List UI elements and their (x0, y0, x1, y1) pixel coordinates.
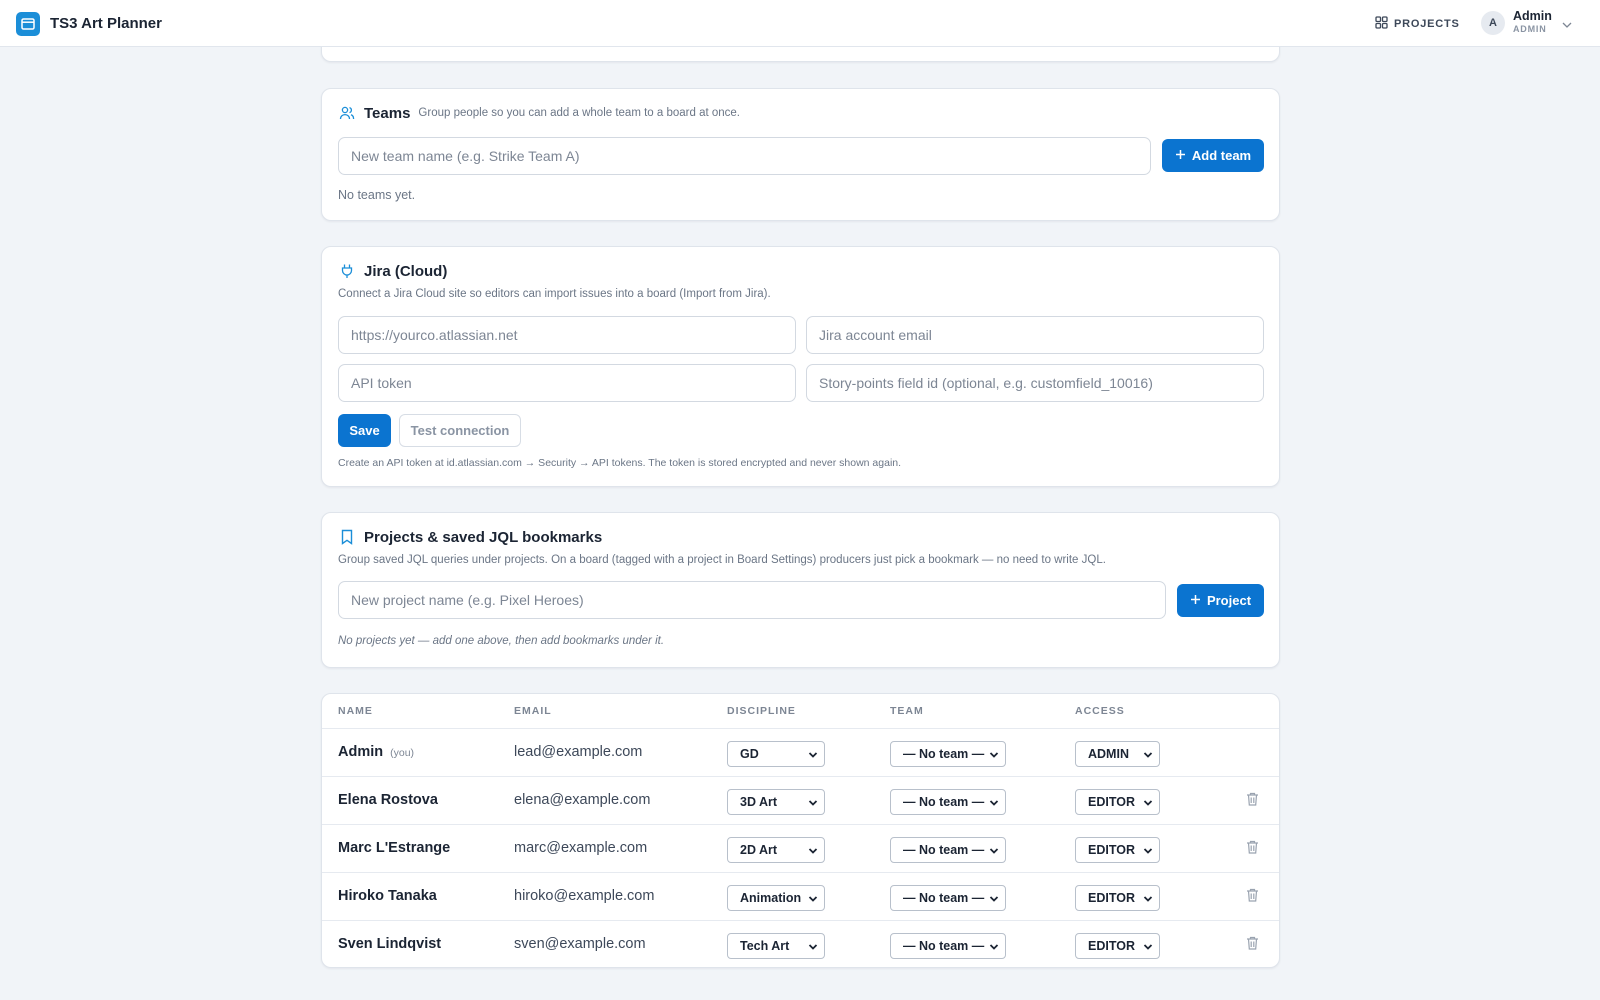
new-team-name-input[interactable] (338, 137, 1151, 175)
chevron-down-icon (1143, 749, 1153, 763)
trash-icon[interactable] (1246, 936, 1259, 955)
table-header: NAME EMAIL DISCIPLINE TEAM ACCESS (322, 694, 1279, 729)
user-email-cell: elena@example.com (514, 792, 651, 808)
you-tag: (you) (390, 747, 415, 759)
user-email-cell: lead@example.com (514, 744, 643, 760)
chevron-down-icon (1143, 845, 1153, 859)
plus-icon (1190, 593, 1201, 608)
user-name-cell: Hiroko Tanaka (338, 888, 437, 904)
table-row: Sven Lindqvist sven@example.com Tech Art… (322, 921, 1279, 967)
team-select[interactable]: — No team — (890, 933, 1006, 959)
add-team-label: Add team (1191, 148, 1252, 163)
user-role: ADMIN (1513, 24, 1547, 34)
chevron-down-icon (808, 941, 818, 955)
jira-email-input[interactable] (806, 316, 1264, 354)
team-select[interactable]: — No team — (890, 741, 1006, 767)
trash-icon[interactable] (1246, 792, 1259, 811)
projects-description: Group saved JQL queries under projects. … (338, 554, 1106, 566)
access-select[interactable]: EDITOR (1075, 885, 1160, 911)
add-project-label: Project (1206, 593, 1252, 608)
new-project-name-input[interactable] (338, 581, 1166, 619)
save-button[interactable]: Save (338, 414, 391, 447)
chevron-down-icon (989, 941, 999, 955)
projects-empty-text: No projects yet — add one above, then ad… (338, 635, 665, 647)
plug-icon (338, 262, 356, 280)
jira-token-hint: Create an API token at id.atlassian.com … (338, 457, 902, 469)
column-discipline: DISCIPLINE (727, 705, 796, 717)
team-select[interactable]: — No team — (890, 837, 1006, 863)
chevron-down-icon (989, 845, 999, 859)
user-email-cell: marc@example.com (514, 840, 648, 856)
column-team: TEAM (890, 705, 924, 717)
top-bar: TS3 Art Planner PROJECTS A Admin ADMIN (0, 0, 1600, 47)
nav-projects-button[interactable]: PROJECTS (1375, 16, 1460, 32)
jira-site-url-input[interactable] (338, 316, 796, 354)
user-menu[interactable]: A Admin ADMIN (1481, 10, 1572, 35)
user-name-cell: Sven Lindqvist (338, 936, 442, 952)
table-row: Elena Rostova elena@example.com 3D Art —… (322, 777, 1279, 825)
users-icon (338, 104, 356, 122)
user-name-cell: Marc L'Estrange (338, 840, 451, 856)
jira-api-token-input[interactable] (338, 364, 796, 402)
discipline-select[interactable]: Animation (727, 885, 825, 911)
chevron-down-icon (808, 797, 818, 811)
plus-icon (1175, 148, 1186, 163)
teams-title: Teams (364, 104, 411, 122)
user-email-cell: hiroko@example.com (514, 888, 655, 904)
team-select[interactable]: — No team — (890, 789, 1006, 815)
add-project-button[interactable]: Project (1177, 584, 1264, 617)
grid-icon (1375, 16, 1388, 32)
jira-card: Jira (Cloud) Connect a Jira Cloud site s… (321, 246, 1280, 487)
teams-card: Teams Group people so you can add a whol… (321, 88, 1280, 221)
nav-projects-label: PROJECTS (1394, 18, 1460, 30)
access-select[interactable]: EDITOR (1075, 933, 1160, 959)
users-table: NAME EMAIL DISCIPLINE TEAM ACCESS Admin(… (321, 693, 1280, 968)
chevron-down-icon (808, 893, 818, 907)
user-name: Admin (1513, 9, 1552, 23)
chevron-down-icon (989, 797, 999, 811)
discipline-select[interactable]: 2D Art (727, 837, 825, 863)
chevron-down-icon (808, 749, 818, 763)
chevron-down-icon (1143, 797, 1153, 811)
projects-card: Projects & saved JQL bookmarks Group sav… (321, 512, 1280, 668)
app-title[interactable]: TS3 Art Planner (50, 15, 162, 32)
user-email-cell: sven@example.com (514, 936, 646, 952)
column-access: ACCESS (1075, 705, 1125, 717)
trash-icon[interactable] (1246, 888, 1259, 907)
access-select[interactable]: EDITOR (1075, 789, 1160, 815)
trash-icon[interactable] (1246, 840, 1259, 859)
discipline-select[interactable]: Tech Art (727, 933, 825, 959)
test-connection-button[interactable]: Test connection (399, 414, 521, 447)
user-name-cell: Elena Rostova (338, 792, 438, 808)
avatar: A (1481, 10, 1505, 35)
table-row: Hiroko Tanaka hiroko@example.com Animati… (322, 873, 1279, 921)
teams-empty-text: No teams yet. (338, 188, 416, 202)
chevron-down-icon (1562, 15, 1572, 33)
chevron-down-icon (1143, 893, 1153, 907)
bookmark-icon (338, 528, 356, 546)
access-select[interactable]: ADMIN (1075, 741, 1160, 767)
table-row: Admin (you) lead@example.com GD — No team… (322, 729, 1279, 777)
chevron-down-icon (989, 749, 999, 763)
table-row: Marc L'Estrange marc@example.com 2D Art … (322, 825, 1279, 873)
team-select[interactable]: — No team — (890, 885, 1006, 911)
access-select[interactable]: EDITOR (1075, 837, 1160, 863)
discipline-select[interactable]: 3D Art (727, 789, 825, 815)
teams-subtitle: Group people so you can add a whole team… (418, 107, 741, 119)
discipline-select[interactable]: GD (727, 741, 825, 767)
chevron-down-icon (808, 845, 818, 859)
jira-description: Connect a Jira Cloud site so editors can… (338, 288, 771, 300)
app-window-icon[interactable] (16, 12, 40, 36)
story-points-field-input[interactable] (806, 364, 1264, 402)
chevron-down-icon (989, 893, 999, 907)
column-email: EMAIL (514, 705, 552, 717)
column-name: NAME (338, 705, 373, 717)
chevron-down-icon (1143, 941, 1153, 955)
user-name-cell: Admin (you) (338, 744, 415, 760)
add-team-button[interactable]: Add team (1162, 139, 1264, 172)
projects-title: Projects & saved JQL bookmarks (364, 528, 603, 546)
jira-title: Jira (Cloud) (364, 262, 448, 280)
